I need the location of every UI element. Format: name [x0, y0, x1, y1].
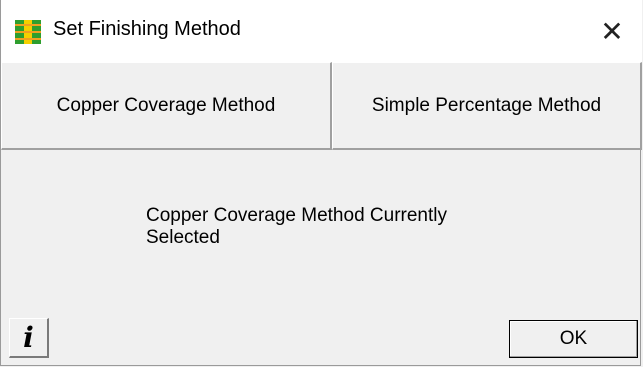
status-message: Copper Coverage Method Currently Selecte… [146, 205, 526, 249]
simple-percentage-method-button[interactable]: Simple Percentage Method [332, 62, 642, 150]
window-title: Set Finishing Method [53, 18, 241, 40]
status-line-1: Copper Coverage Method Currently [146, 205, 447, 226]
close-icon[interactable]: ✕ [582, 0, 642, 62]
title-bar: Set Finishing Method ✕ [1, 0, 642, 63]
info-button[interactable]: i [9, 318, 49, 358]
finishing-method-icon [15, 20, 41, 44]
dialog-window: Set Finishing Method ✕ Copper Coverage M… [0, 0, 642, 366]
status-line-2: Selected [146, 227, 220, 248]
copper-coverage-method-button[interactable]: Copper Coverage Method [1, 62, 332, 150]
ok-button[interactable]: OK [509, 320, 638, 358]
